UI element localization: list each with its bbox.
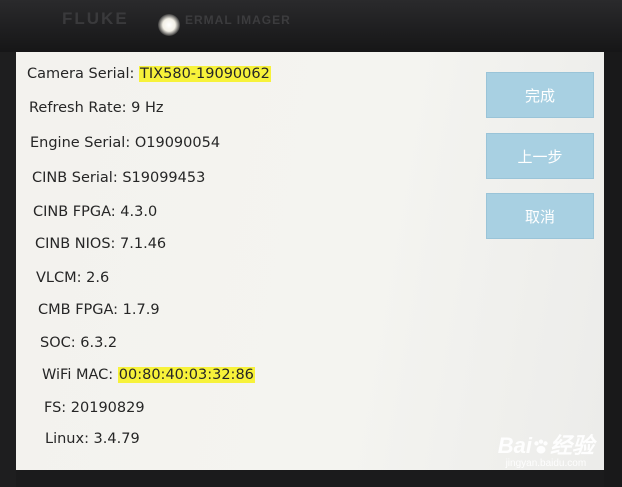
refresh-rate-row: Refresh Rate: 9 Hz xyxy=(29,100,164,116)
vlcm-row: VLCM: 2.6 xyxy=(36,270,110,286)
device-screen: Camera Serial: TIX580-19090062 Refresh R… xyxy=(16,52,604,470)
paw-icon xyxy=(534,439,548,454)
camera-serial-value: TIX580-19090062 xyxy=(139,66,271,82)
fs-row: FS: 20190829 xyxy=(44,400,145,416)
sensor-light xyxy=(158,14,180,36)
watermark-url: jingyan.baidu.com xyxy=(505,458,587,469)
camera-serial-row: Camera Serial: TIX580-19090062 xyxy=(27,66,271,82)
soc-row: SOC: 6.3.2 xyxy=(40,335,118,351)
linux-row: Linux: 3.4.79 xyxy=(45,431,140,447)
watermark-brand-left: Bai xyxy=(497,433,532,458)
wifi-mac-value: 00:80:40:03:32:86 xyxy=(117,367,255,383)
cinb-nios-row: CINB NIOS: 7.1.46 xyxy=(35,236,167,252)
cinb-serial-row: CINB Serial: S19099453 xyxy=(32,170,206,186)
camera-serial-label: Camera Serial: xyxy=(27,66,135,82)
device-brand: FLUKE xyxy=(62,9,129,28)
device-model-label: ERMAL IMAGER xyxy=(185,13,291,27)
done-button[interactable]: 完成 xyxy=(486,72,594,118)
device-bezel-left xyxy=(0,52,16,487)
back-button[interactable]: 上一步 xyxy=(486,133,594,179)
device-bezel-right xyxy=(604,52,622,487)
wifi-mac-row: WiFi MAC: 00:80:40:03:32:86 xyxy=(42,367,255,383)
engine-serial-row: Engine Serial: O19090054 xyxy=(30,135,221,151)
wifi-mac-label: WiFi MAC: xyxy=(42,367,114,383)
watermark-brand-right: 经验 xyxy=(549,433,594,458)
cmb-fpga-row: CMB FPGA: 1.7.9 xyxy=(38,302,160,318)
cancel-button[interactable]: 取消 xyxy=(486,193,594,239)
baidu-watermark: Bai 经验 jingyan.baidu.com xyxy=(498,428,594,469)
cinb-fpga-row: CINB FPGA: 4.3.0 xyxy=(33,204,158,220)
device-bezel-top: FLUKE ERMAL IMAGER xyxy=(0,0,622,52)
